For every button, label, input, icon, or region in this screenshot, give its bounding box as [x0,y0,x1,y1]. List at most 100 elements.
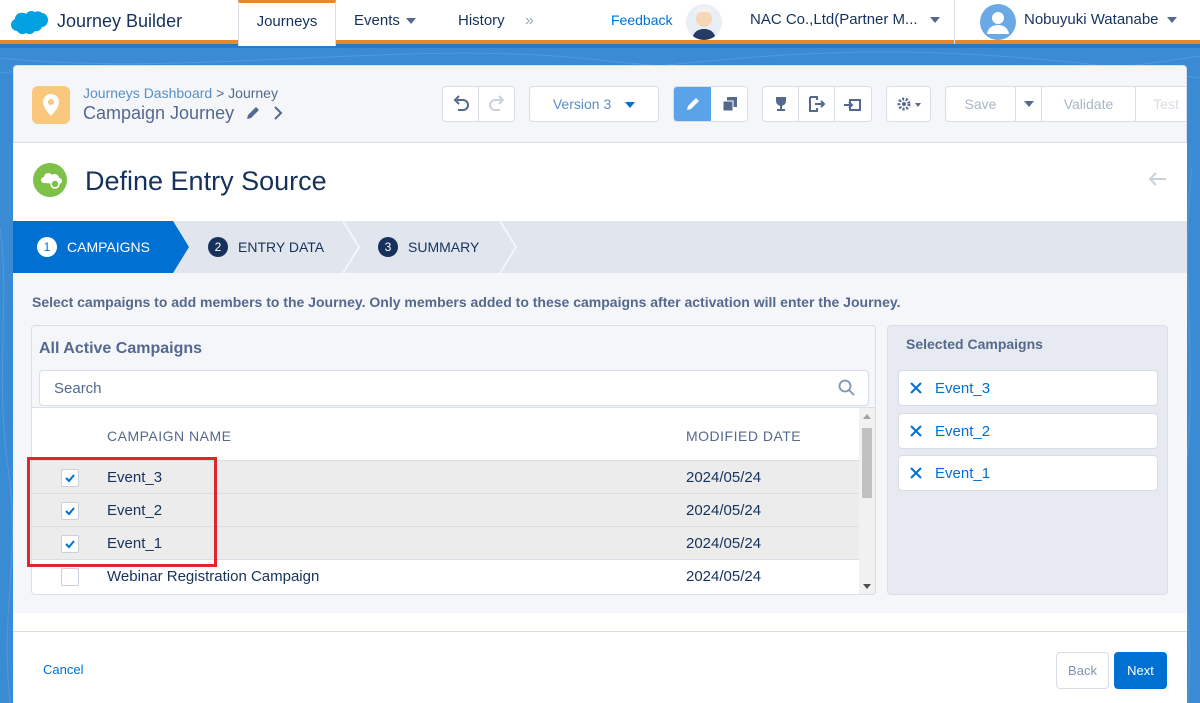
step-number: 3 [378,237,398,257]
exit-criteria-icon[interactable] [799,87,835,121]
selected-campaign-pill: Event_1 [898,455,1158,491]
modified-date: 2024/05/24 [686,535,762,552]
chevron-down-icon [915,103,922,108]
remove-x-icon[interactable] [909,381,923,395]
scroll-up-icon[interactable] [863,413,871,419]
column-header-campaign-name[interactable]: CAMPAIGN NAME [107,428,231,444]
breadcrumb-current: Journey [228,85,278,101]
tab-journeys[interactable]: Journeys [238,0,336,46]
org-name: NAC Co.,Ltd(Partner M... [750,11,918,28]
scrollbar-thumb[interactable] [862,428,872,498]
modal-title: Define Entry Source [85,166,327,196]
nav-divider [954,0,955,44]
salesforce-cloud-logo [11,10,48,35]
copy-icon[interactable] [711,87,747,121]
modified-date: 2024/05/24 [686,568,762,585]
tab-journeys-label: Journeys [256,13,318,30]
edit-mode-icon[interactable] [674,87,711,121]
save-button[interactable]: Save [946,87,1016,121]
settings-menu[interactable] [886,86,931,122]
version-select[interactable]: Version 3 [529,86,659,122]
modified-date: 2024/05/24 [686,502,762,519]
campaign-name: Webinar Registration Campaign [107,568,320,585]
user-avatar-icon[interactable] [980,4,1016,40]
feedback-link[interactable]: Feedback [611,12,672,28]
search-icon[interactable] [838,379,855,396]
mode-toggle-group [673,86,748,122]
step-summary[interactable]: 3 SUMMARY [378,221,479,273]
journey-name: Campaign Journey [83,103,284,124]
edit-pencil-icon[interactable] [245,105,261,121]
next-button[interactable]: Next [1114,652,1167,689]
search-input[interactable] [39,370,869,406]
double-chevron-right-icon[interactable]: » [525,0,534,44]
gear-icon [897,97,911,111]
test-label: Test [1153,96,1179,112]
step-number: 2 [208,237,228,257]
journey-tools-group [762,86,872,122]
instruction-text: Select campaigns to add members to the J… [32,294,901,310]
chevron-down-icon [405,18,416,25]
location-pin-icon [32,86,70,124]
save-label: Save [964,96,997,112]
back-arrow-icon[interactable] [1147,171,1167,192]
breadcrumb-journeys-dashboard[interactable]: Journeys Dashboard [83,85,212,101]
step-entry-data[interactable]: 2 ENTRY DATA [208,221,324,273]
user-menu[interactable]: Nobuyuki Watanabe [1024,11,1177,28]
selected-campaign-name: Event_2 [935,423,991,440]
entry-source-icon [33,163,67,197]
validate-button[interactable]: Validate [1042,87,1136,121]
panel-title: Selected Campaigns [906,336,1043,352]
tab-history-label: History [458,12,505,29]
selected-campaign-pill: Event_3 [898,370,1158,406]
version-label: Version 3 [552,96,612,112]
step-number: 1 [37,237,57,257]
step-label: ENTRY DATA [238,239,325,255]
top-nav: Journey Builder Journeys Events History … [0,0,1200,46]
step-label: SUMMARY [408,239,480,255]
org-switcher[interactable]: NAC Co.,Ltd(Partner M... [750,11,940,28]
modified-date: 2024/05/24 [686,469,762,486]
redo-icon[interactable] [479,87,515,121]
undo-icon[interactable] [443,87,479,121]
selected-campaign-pill: Event_2 [898,413,1158,449]
column-header-modified-date[interactable]: MODIFIED DATE [686,428,801,444]
tab-history[interactable]: History [458,0,505,44]
test-button[interactable]: Test [1136,87,1186,121]
journey-name-text: Campaign Journey [83,103,235,123]
selected-campaign-name: Event_1 [935,465,991,482]
remove-x-icon[interactable] [909,424,923,438]
einstein-avatar-icon[interactable] [686,4,722,40]
chevron-down-icon [625,102,636,109]
step-label: CAMPAIGNS [67,239,150,255]
trophy-icon[interactable] [763,87,799,121]
step-campaigns[interactable]: 1 CAMPAIGNS [37,221,150,273]
chevron-down-icon [1023,101,1034,107]
chevron-down-icon [929,17,940,24]
journey-header: Journeys Dashboard > Journey Campaign Jo… [13,65,1187,143]
entry-settings-icon[interactable] [835,87,873,121]
table-header: CAMPAIGN NAME MODIFIED DATE [32,408,859,460]
scroll-down-icon[interactable] [863,584,871,590]
annotation-highlight-box [27,457,217,567]
chevron-right-icon[interactable] [272,105,284,121]
validate-label: Validate [1063,96,1114,112]
save-options-dropdown[interactable] [1016,87,1042,121]
remove-x-icon[interactable] [909,466,923,480]
selected-campaign-name: Event_3 [935,380,991,397]
cancel-button[interactable]: Cancel [43,662,83,677]
user-name: Nobuyuki Watanabe [1024,11,1159,28]
tab-events[interactable]: Events [354,0,416,44]
selected-campaigns-panel: Selected Campaigns Event_3 Event_2 Event… [887,325,1168,595]
chevron-down-icon [1166,17,1177,24]
entry-source-modal: Define Entry Source 1 CAMPAIGNS 2 ENTRY … [13,143,1187,703]
breadcrumb-separator: > [216,85,225,101]
table-scrollbar[interactable] [859,408,875,594]
app-title: Journey Builder [57,11,183,31]
undo-redo-group [442,86,515,122]
back-button[interactable]: Back [1056,652,1109,689]
row-checkbox[interactable] [61,568,79,586]
modal-header: Define Entry Source [13,143,1187,221]
modal-footer: Cancel Back Next [13,631,1187,703]
panel-title: All Active Campaigns [39,340,203,357]
